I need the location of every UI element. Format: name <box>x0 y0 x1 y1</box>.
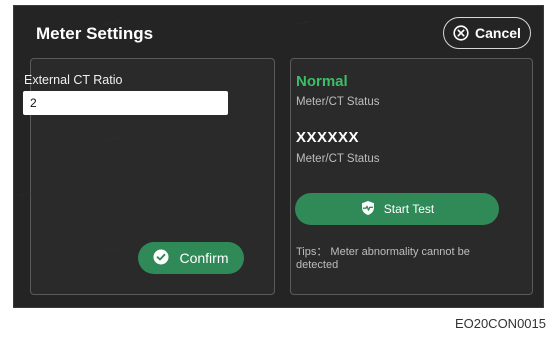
confirm-label: Confirm <box>179 250 229 266</box>
cancel-label: Cancel <box>475 25 521 41</box>
page-title: Meter Settings <box>36 24 154 43</box>
shield-heartbeat-icon <box>360 200 376 219</box>
check-circle-icon <box>153 249 169 268</box>
start-test-button[interactable]: Start Test <box>295 193 499 225</box>
confirm-button[interactable]: Confirm <box>138 242 244 274</box>
tips-text: Tips： Meter abnormality cannot be detect… <box>296 246 470 271</box>
meter-status-caption: Meter/CT Status <box>296 96 380 108</box>
ct-ratio-label: External CT Ratio <box>24 73 123 87</box>
start-test-label: Start Test <box>383 202 435 216</box>
cancel-button[interactable]: Cancel <box>443 17 531 49</box>
ct-ratio-input[interactable] <box>23 91 228 115</box>
meter-status-normal: Normal <box>296 73 348 90</box>
meter-status-caption: Meter/CT Status <box>296 153 380 165</box>
close-circle-icon <box>453 25 469 41</box>
watermark: ······· <box>293 18 311 29</box>
figure-caption: EO20CON0015 <box>454 316 546 331</box>
meter-status-unknown: XXXXXX <box>296 129 360 146</box>
